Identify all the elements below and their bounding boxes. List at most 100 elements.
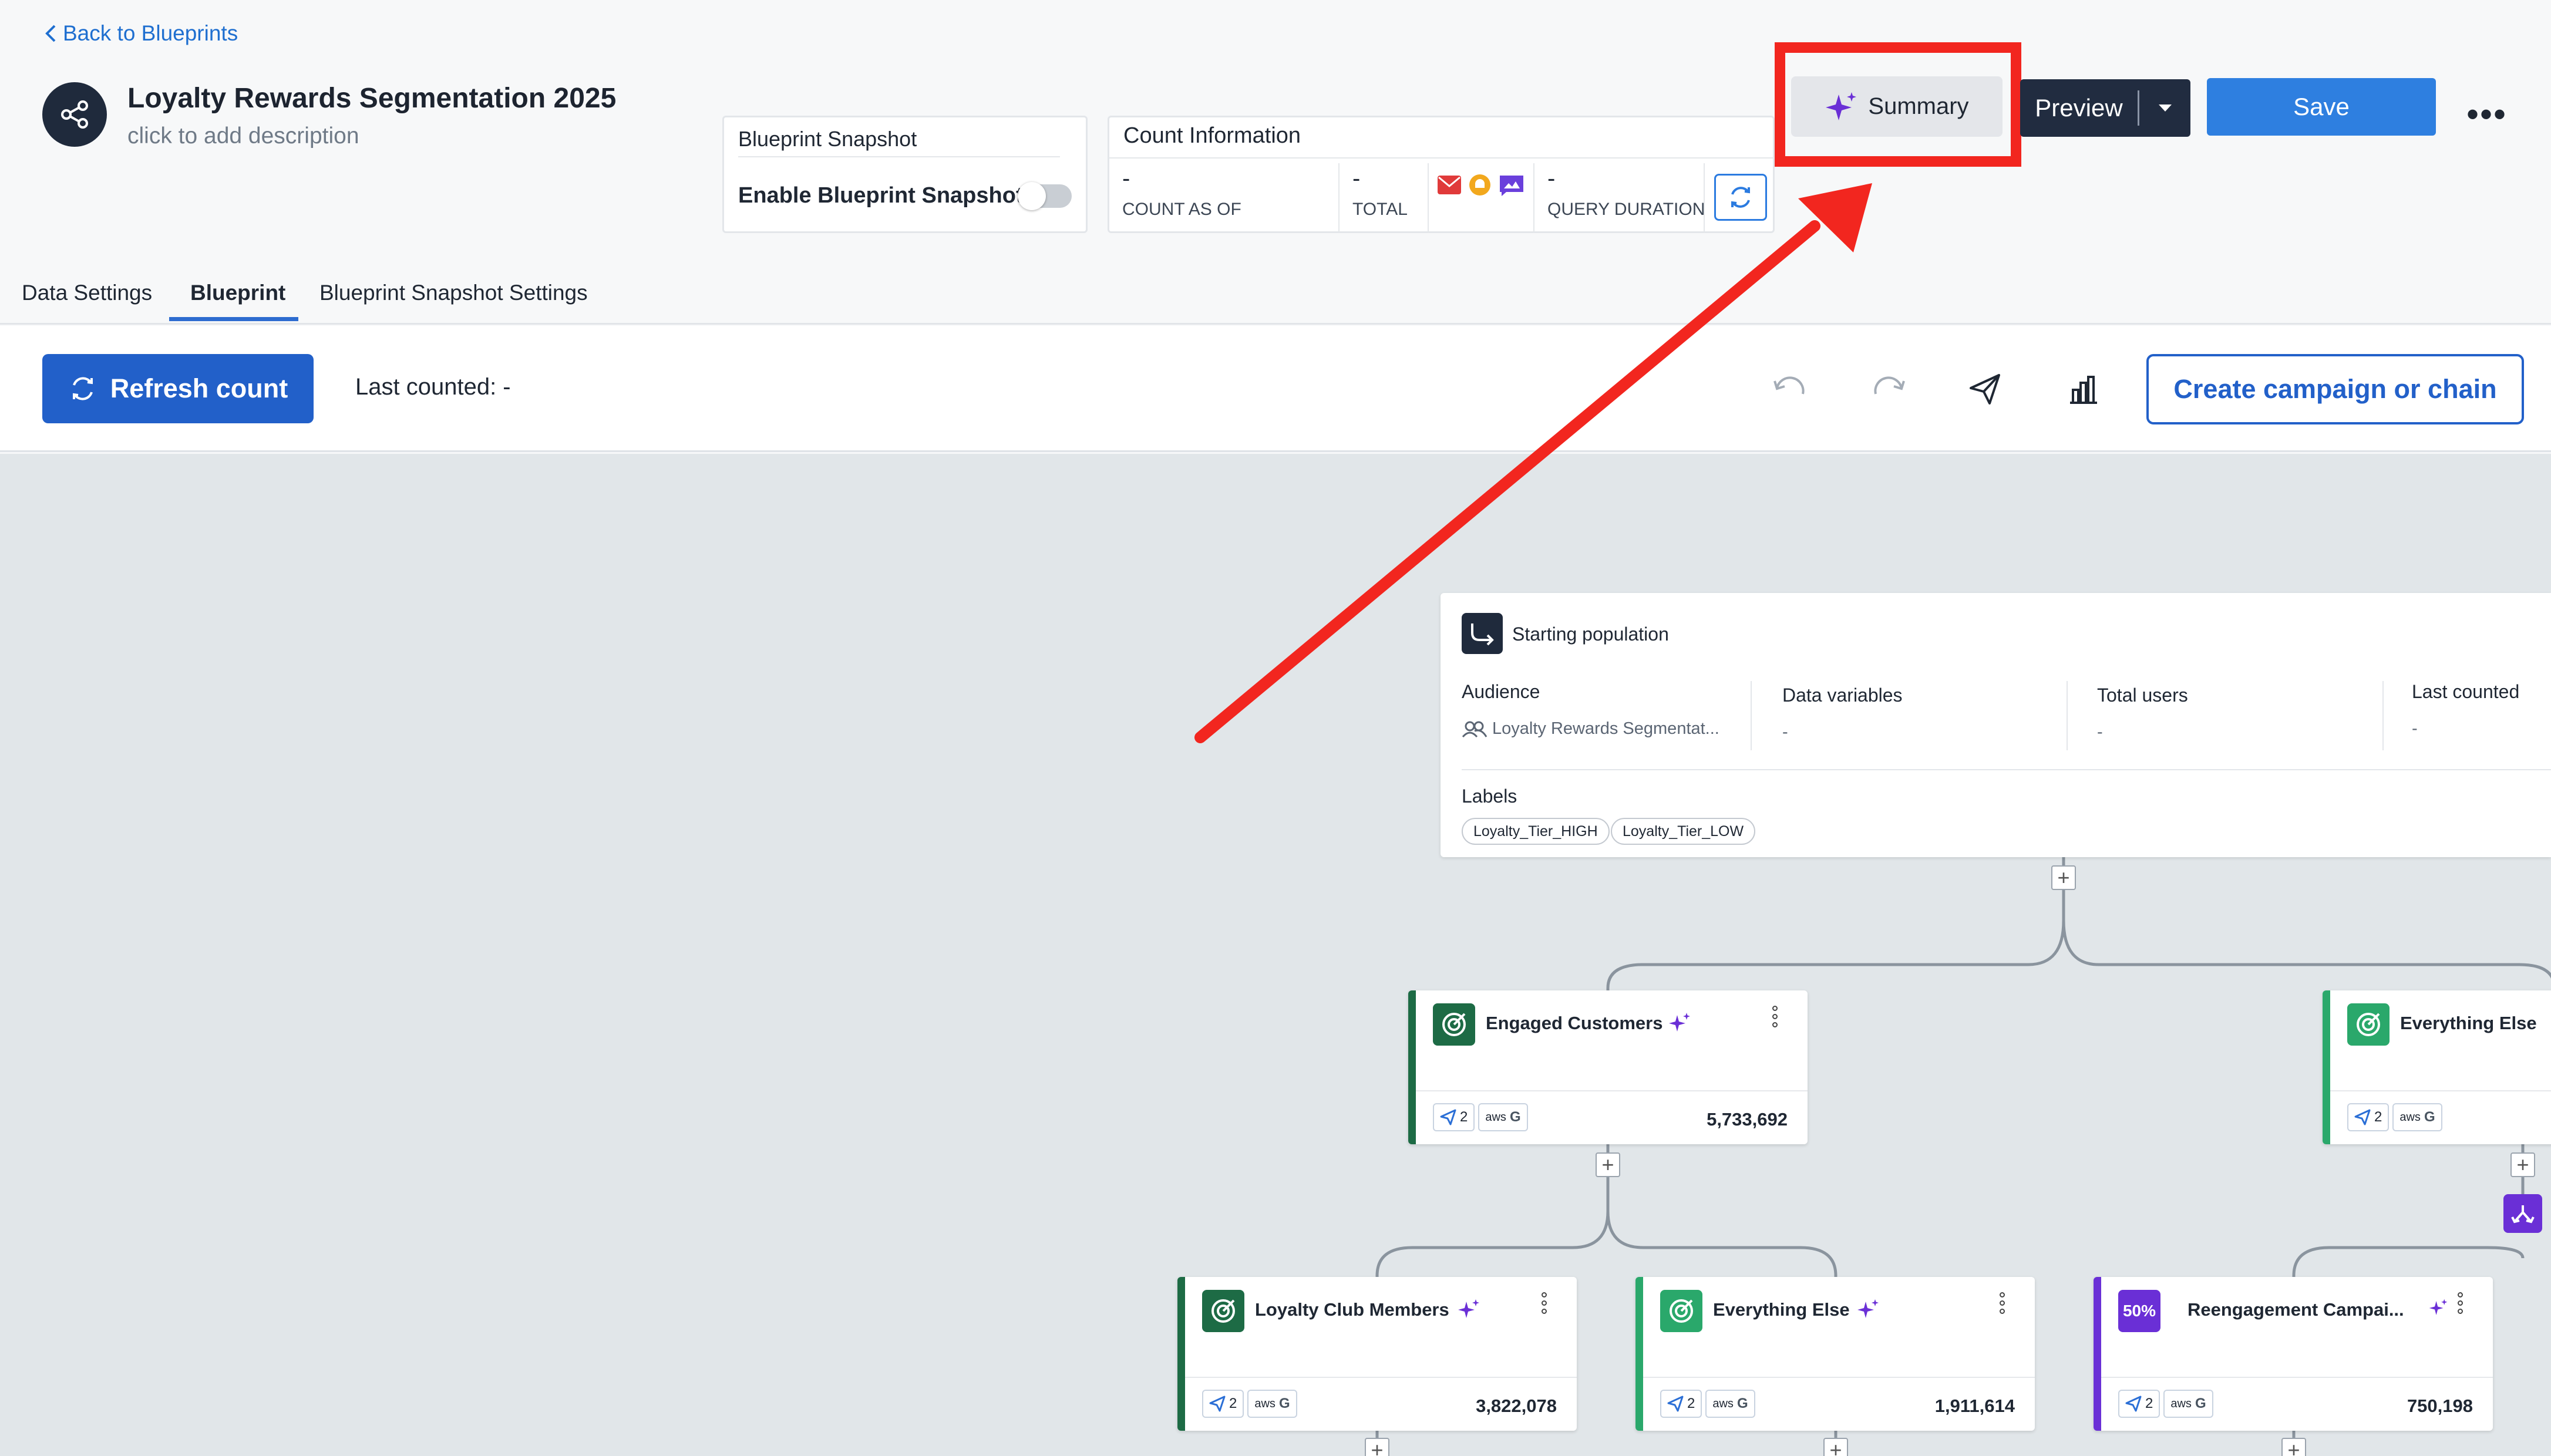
description-field[interactable]: click to add description: [127, 123, 359, 149]
refresh-count-info-button[interactable]: [1714, 174, 1767, 221]
canvas-toolbar: Refresh count Last counted: - Create cam…: [0, 326, 2551, 452]
kebab-menu-icon[interactable]: [1772, 1006, 1778, 1030]
segment-footer: 2 aws G: [2118, 1390, 2213, 1418]
send-button[interactable]: [1961, 366, 2008, 413]
tab-blueprint[interactable]: Blueprint: [190, 281, 285, 305]
data-sources-pill[interactable]: aws G: [2163, 1390, 2213, 1418]
redo-button[interactable]: [1865, 366, 1912, 413]
segment-count: 5,733,692: [1707, 1109, 1788, 1130]
ai-sparkle-icon: [1857, 1299, 1879, 1318]
total-label: TOTAL: [1352, 200, 1408, 219]
split-icon[interactable]: [2503, 1194, 2542, 1233]
segment-name: Engaged Customers: [1486, 1013, 1663, 1033]
target-icon: [1433, 1003, 1475, 1046]
segment-node-loyalty-club-members[interactable]: Loyalty Club Members 2 aws G 3,822,078: [1177, 1277, 1577, 1431]
divider: [2067, 681, 2068, 750]
count-as-of-label: COUNT AS OF: [1122, 200, 1241, 219]
segment-color-bar: [1177, 1277, 1185, 1431]
ai-sparkle-icon: [2429, 1299, 2448, 1315]
blueprint-share-icon: [42, 82, 107, 147]
data-variables-value: -: [1782, 723, 1788, 742]
segment-node-engaged-customers[interactable]: Engaged Customers 2 aws G 5,733,692: [1408, 990, 1808, 1144]
segment-color-bar: [2323, 990, 2330, 1144]
google-icon: G: [1278, 1396, 1290, 1411]
last-counted-column: Last counted -: [2412, 681, 2519, 757]
total-users-value: -: [2097, 723, 2103, 742]
add-node-button[interactable]: +: [2510, 1152, 2535, 1177]
tab-blueprint-snapshot-settings[interactable]: Blueprint Snapshot Settings: [319, 281, 588, 305]
add-node-button[interactable]: +: [2281, 1438, 2306, 1456]
kebab-menu-icon[interactable]: [1542, 1292, 1547, 1317]
segment-count: 1,911,614: [1934, 1396, 2015, 1416]
add-node-button[interactable]: +: [1823, 1438, 1848, 1456]
add-node-button[interactable]: +: [2051, 865, 2076, 890]
channels-count: 2: [1687, 1396, 1695, 1411]
channels-count: 2: [1229, 1396, 1237, 1411]
back-link-label: Back to Blueprints: [63, 21, 238, 45]
refresh-count-button[interactable]: Refresh count: [42, 354, 314, 423]
segment-name: Everything Else: [1713, 1299, 1850, 1320]
more-options-icon[interactable]: •••: [2466, 94, 2507, 134]
chevron-left-icon: [45, 25, 56, 42]
channels-pill[interactable]: 2: [2347, 1103, 2390, 1131]
count-as-of-cell: - COUNT AS OF: [1109, 163, 1340, 232]
channels-pill[interactable]: 2: [1660, 1390, 1702, 1418]
data-sources-pill[interactable]: aws G: [2392, 1103, 2442, 1131]
count-as-of-value: -: [1122, 166, 1130, 191]
data-sources-pill[interactable]: aws G: [1705, 1390, 1755, 1418]
save-button[interactable]: Save: [2207, 78, 2436, 136]
count-info-title: Count Information: [1123, 123, 1301, 148]
divider: [738, 156, 1060, 157]
segment-node-reengagement-campaign[interactable]: 50% Reengagement Campai... 2 aws G 750,1…: [2094, 1277, 2493, 1431]
preview-dropdown-button[interactable]: [2139, 103, 2190, 113]
back-to-blueprints-link[interactable]: Back to Blueprints: [44, 21, 238, 46]
google-icon: G: [1736, 1396, 1748, 1411]
refresh-icon: [72, 377, 93, 400]
segment-footer: 2 aws G: [2347, 1103, 2442, 1131]
google-icon: G: [2424, 1109, 2435, 1125]
target-icon: [2347, 1003, 2390, 1046]
starting-population-node[interactable]: Starting population Audience Loyalty Rew…: [1441, 593, 2551, 857]
total-value: -: [1352, 166, 1361, 191]
segment-node-everything-else[interactable]: Everything Else 2 aws G 1,911,614: [1635, 1277, 2035, 1431]
total-users-column: Total users -: [2097, 681, 2188, 757]
paper-plane-icon: [2125, 1396, 2142, 1412]
page-title[interactable]: Loyalty Rewards Segmentation 2025: [127, 82, 616, 114]
preview-label: Preview: [2035, 94, 2123, 122]
active-tab-indicator: [169, 317, 298, 321]
last-counted-value: -: [2412, 719, 2418, 738]
channels-pill[interactable]: 2: [2118, 1390, 2160, 1418]
audience-value: Loyalty Rewards Segmentat...: [1492, 719, 1719, 738]
analytics-button[interactable]: [2060, 366, 2107, 413]
channels-count: 2: [2145, 1396, 2153, 1411]
split-percent-badge: 50%: [2118, 1290, 2160, 1332]
label-chip[interactable]: Loyalty_Tier_HIGH: [1462, 818, 1610, 845]
preview-button[interactable]: Preview: [2020, 79, 2190, 137]
aws-icon: aws: [1254, 1397, 1276, 1410]
tab-data-settings[interactable]: Data Settings: [22, 281, 152, 305]
divider: [2101, 1377, 2493, 1378]
channels-pill[interactable]: 2: [1433, 1103, 1475, 1131]
audience-value-row[interactable]: Loyalty Rewards Segmentat...: [1462, 719, 1719, 739]
channels-pill[interactable]: 2: [1202, 1390, 1244, 1418]
google-icon: G: [1509, 1109, 1521, 1125]
add-node-button[interactable]: +: [1596, 1152, 1620, 1177]
snapshot-toggle[interactable]: [1018, 182, 1072, 210]
google-icon: G: [2195, 1396, 2206, 1411]
data-sources-pill[interactable]: aws G: [1247, 1390, 1297, 1418]
query-duration-cell: - QUERY DURATION: [1534, 163, 1705, 232]
aws-icon: aws: [1485, 1110, 1506, 1124]
data-sources-pill[interactable]: aws G: [1478, 1103, 1528, 1131]
count-information-panel: Count Information - COUNT AS OF - TOTAL …: [1108, 116, 1776, 233]
blueprint-canvas[interactable]: Starting population Audience Loyalty Rew…: [0, 454, 2551, 1456]
label-chip[interactable]: Loyalty_Tier_LOW: [1611, 818, 1756, 845]
create-campaign-button[interactable]: Create campaign or chain: [2146, 354, 2524, 424]
segment-node-everything-else[interactable]: Everything Else 2 aws G: [2323, 990, 2551, 1144]
undo-icon: [1773, 376, 1805, 395]
kebab-menu-icon[interactable]: [2000, 1292, 2005, 1317]
redo-icon: [1874, 376, 1905, 395]
add-node-button[interactable]: +: [1365, 1438, 1389, 1456]
kebab-menu-icon[interactable]: [2458, 1292, 2464, 1317]
undo-button[interactable]: [1766, 366, 1813, 413]
sms-icon: [1500, 176, 1523, 196]
